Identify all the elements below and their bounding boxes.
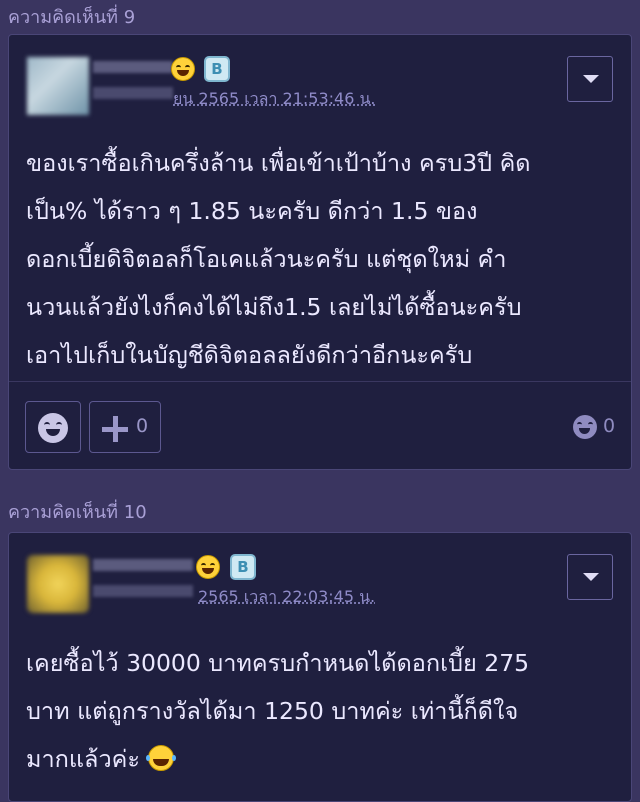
- comment-number-label: ความคิดเห็นที่ 9: [8, 7, 136, 28]
- laughing-tears-emoji-icon: [145, 745, 174, 771]
- comment-card: B ยน 2565 เวลา 21:53:46 น. ของเราซื้อเกิ…: [8, 34, 632, 470]
- comment-body-text: เคยซื้อไว้ 30000 บาทครบกำหนดได้ดอกเบี้ย …: [26, 649, 530, 773]
- react-emoji-button[interactable]: [25, 401, 81, 453]
- reaction-count: 0: [603, 415, 616, 437]
- username-blurred-line: [93, 87, 173, 99]
- comment-body: ของเราซื้อเกินครึ่งล้าน เพื่อเข้าเป้าบ้า…: [26, 149, 531, 369]
- username-blurred-line: [93, 585, 193, 597]
- divider: [9, 381, 631, 382]
- comment-menu-button[interactable]: [567, 56, 613, 102]
- username-blurred[interactable]: [93, 559, 193, 571]
- plus-icon: [102, 416, 128, 442]
- reaction-smile-icon: [573, 415, 597, 439]
- comment-card: B 2565 เวลา 22:03:45 น. เคยซื้อไว้ 30000…: [8, 532, 632, 802]
- plus-vote-button[interactable]: 0: [89, 401, 161, 453]
- comment-timestamp[interactable]: ยน 2565 เวลา 21:53:46 น.: [173, 87, 376, 112]
- plus-count: 0: [136, 415, 149, 437]
- comment-timestamp[interactable]: 2565 เวลา 22:03:45 น.: [198, 585, 375, 610]
- blog-badge-icon: B: [204, 56, 230, 82]
- smile-icon: [38, 413, 68, 443]
- avatar[interactable]: [27, 57, 89, 115]
- blog-badge-icon: B: [230, 554, 256, 580]
- username-blurred[interactable]: [93, 61, 173, 73]
- comment-menu-button[interactable]: [567, 554, 613, 600]
- avatar[interactable]: [27, 555, 89, 613]
- laughing-emoji-icon: [171, 57, 195, 81]
- comment-number-label: ความคิดเห็นที่ 10: [8, 502, 147, 523]
- comment-body: เคยซื้อไว้ 30000 บาทครบกำหนดได้ดอกเบี้ย …: [26, 639, 626, 783]
- laughing-emoji-icon: [196, 555, 220, 579]
